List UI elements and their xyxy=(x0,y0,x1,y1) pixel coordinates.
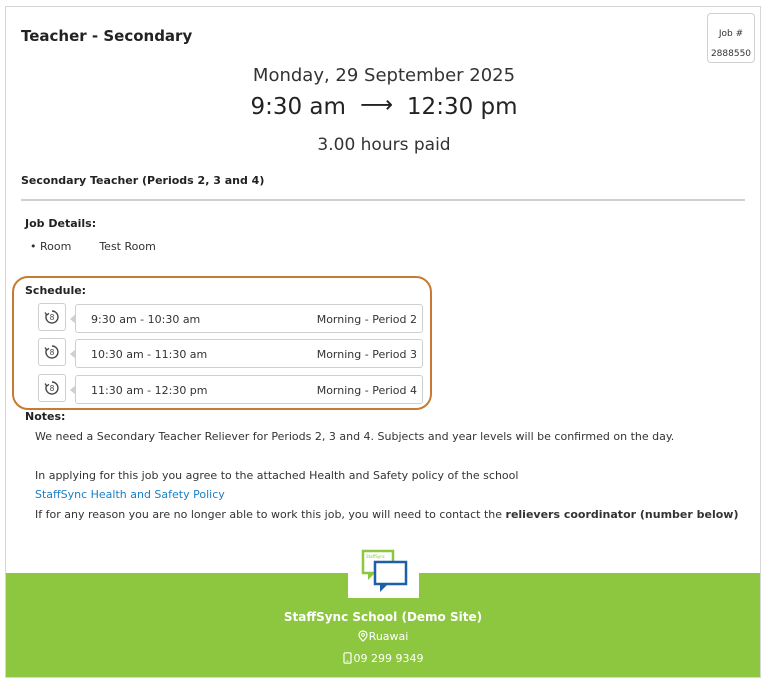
school-phone: 09 299 9349 xyxy=(6,652,760,665)
schedule-slot: 9:30 am - 10:30 am Morning - Period 2 xyxy=(70,304,423,333)
location-text: Ruawai xyxy=(368,630,409,643)
end-time: 12:30 pm xyxy=(406,94,518,120)
job-subtitle: Secondary Teacher (Periods 2, 3 and 4) xyxy=(21,174,265,187)
job-time-range: 9:30 am ⟶ 12:30 pm xyxy=(6,92,762,120)
map-pin-icon xyxy=(358,630,368,642)
job-number-value: 2888550 xyxy=(710,49,752,59)
health-safety-policy-link[interactable]: StaffSync Health and Safety Policy xyxy=(35,488,225,501)
hours-paid: 3.00 hours paid xyxy=(317,135,451,155)
bullet: • xyxy=(30,240,40,253)
job-card: Teacher - Secondary Job # 2888550 Monday… xyxy=(5,6,761,678)
slot-period: Morning - Period 3 xyxy=(316,348,417,361)
svg-text:8: 8 xyxy=(50,348,55,357)
school-name: StaffSync School (Demo Site) xyxy=(283,610,483,624)
detail-key: Room xyxy=(40,240,72,253)
job-number-badge: Job # 2888550 xyxy=(707,13,755,63)
arrow-right-icon: ⟶ xyxy=(359,92,393,118)
notes-line: We need a Secondary Teacher Reliever for… xyxy=(35,430,675,443)
schedule-heading: Schedule: xyxy=(25,284,87,297)
slot-time: 9:30 am - 10:30 am xyxy=(91,313,201,326)
section-divider xyxy=(21,199,745,201)
svg-text:8: 8 xyxy=(50,313,55,322)
notes-text: If for any reason you are no longer able… xyxy=(35,508,506,521)
slot-period: Morning - Period 2 xyxy=(316,313,417,326)
notes-line: If for any reason you are no longer able… xyxy=(35,508,738,521)
school-location: Ruawai xyxy=(6,630,760,643)
phone-number[interactable]: 09 299 9349 xyxy=(354,652,424,665)
job-detail-room: • Room Test Room xyxy=(30,240,156,253)
logo-wordmark: StaffSync xyxy=(366,554,385,559)
schedule-slot: 11:30 am - 12:30 pm Morning - Period 4 xyxy=(70,375,423,404)
svg-text:8: 8 xyxy=(50,384,55,393)
job-details-heading: Job Details: xyxy=(25,217,97,230)
slot-time: 10:30 am - 11:30 am xyxy=(91,348,208,361)
schedule-slot: 10:30 am - 11:30 am Morning - Period 3 xyxy=(70,339,423,368)
clock-rotate-icon: 8 xyxy=(38,303,66,331)
job-title: Teacher - Secondary xyxy=(21,27,193,45)
clock-rotate-icon: 8 xyxy=(38,338,66,366)
job-date: Monday, 29 September 2025 xyxy=(252,65,516,86)
notes-line: In applying for this job you agree to th… xyxy=(35,469,519,482)
clock-rotate-icon: 8 xyxy=(38,374,66,402)
staffsync-logo: StaffSync xyxy=(348,547,419,598)
job-number-label: Job # xyxy=(718,29,744,39)
slot-time: 11:30 am - 12:30 pm xyxy=(91,384,208,397)
notes-bold-text: relievers coordinator (number below) xyxy=(505,508,739,521)
detail-value: Test Room xyxy=(99,240,156,253)
notes-heading: Notes: xyxy=(25,410,66,423)
phone-icon xyxy=(342,652,352,664)
start-time: 9:30 am xyxy=(250,94,346,120)
slot-period: Morning - Period 4 xyxy=(316,384,417,397)
